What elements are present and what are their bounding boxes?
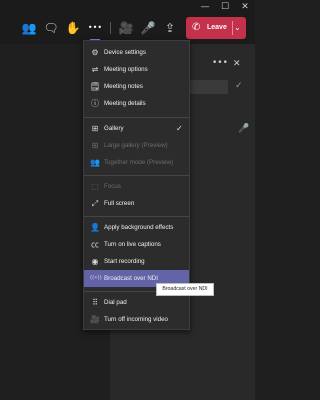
chevron-down-icon[interactable]: ⌄ [234,17,241,39]
window-title-bar: — ☐ ✕ [0,0,255,14]
menu-item-label: Broadcast over NDI [104,275,158,282]
chat-icon[interactable]: 🗨 [41,18,61,38]
menu-item-start-recording[interactable]: ◉ Start recording [84,253,189,270]
menu-item-label: Meeting details [104,100,146,107]
menu-item-dial-pad[interactable]: ⠿ Dial pad [84,294,189,311]
gallery-icon: ⊞ [91,124,99,133]
close-window-icon[interactable]: ✕ [238,0,252,14]
share-icon[interactable]: ⇪ [160,18,180,38]
menu-item-incoming-video[interactable]: 🎥 Turn off incoming video [84,311,189,328]
menu-item-label: Full screen [104,200,135,207]
menu-item-meeting-options[interactable]: ⇌ Meeting options [84,61,189,78]
menu-item-meeting-details[interactable]: ⓘ Meeting details [84,95,189,112]
menu-item-meeting-notes[interactable]: 🗒 Meeting notes [84,78,189,95]
camera-off-icon[interactable]: 🎥 [116,18,136,38]
record-icon: ◉ [91,257,99,266]
menu-item-full-screen[interactable]: ⤢ Full screen [84,195,189,212]
raise-hand-icon[interactable]: ✋ [63,18,83,38]
captions-icon: ㏄ [91,240,99,249]
menu-item-gallery[interactable]: ⊞ Gallery ✓ [84,120,189,137]
menu-item-together-mode: 👥 Together mode (Preview) [84,154,189,171]
info-icon: ⓘ [91,99,99,108]
leave-label: Leave [207,24,227,31]
microphone-icon[interactable]: 🎤 [138,18,158,38]
hang-up-icon: ✆ [192,22,201,33]
menu-item-label: Gallery [104,125,124,132]
leave-button[interactable]: ✆ Leave ⌄ [186,17,246,39]
maximize-icon[interactable]: ☐ [218,0,232,14]
menu-item-label: Large gallery (Preview) [104,142,168,149]
dial-pad-icon: ⠿ [92,298,98,307]
focus-icon: ⬚ [91,182,99,191]
together-mode-icon: 👥 [90,158,100,167]
menu-divider [84,216,189,217]
panel-close-icon[interactable]: ✕ [233,59,241,69]
menu-item-label: Together mode (Preview) [104,159,174,166]
more-actions-icon[interactable]: ••• [85,18,105,41]
menu-item-focus: ⬚ Focus [84,178,189,195]
minimize-icon[interactable]: — [198,0,212,14]
menu-divider [84,175,189,176]
menu-item-background-effects[interactable]: 👤 Apply background effects [84,219,189,236]
leave-divider [232,21,233,35]
notes-icon: 🗒 [90,82,101,91]
large-gallery-icon: ⊞ [91,141,99,150]
video-off-icon: 🎥 [90,315,100,324]
broadcast-tooltip: Broadcast over NDI [156,283,214,296]
menu-divider [84,117,189,118]
gear-icon: ⚙ [91,48,99,57]
menu-item-label: Apply background effects [104,224,174,231]
menu-item-live-captions[interactable]: ㏄ Turn on live captions [84,236,189,253]
menu-item-label: Turn on live captions [104,241,161,248]
toolbar-divider [110,22,111,34]
full-screen-icon: ⤢ [91,199,99,208]
menu-item-device-settings[interactable]: ⚙ Device settings [84,44,189,61]
broadcast-icon: ((•)) [90,275,102,281]
menu-item-label: Meeting notes [104,83,143,90]
menu-item-label: Focus [104,183,121,190]
menu-item-label: Device settings [104,49,146,56]
participant-mic-icon: 🎤 [238,124,250,134]
checkmark-icon: ✓ [176,124,183,133]
participants-icon[interactable]: 👥 [19,18,39,38]
menu-item-label: Start recording [104,258,145,265]
menu-item-label: Dial pad [104,299,127,306]
options-icon: ⇌ [91,65,99,74]
background-effects-icon: 👤 [90,223,100,232]
menu-item-large-gallery: ⊞ Large gallery (Preview) [84,137,189,154]
panel-input-field[interactable] [186,80,228,94]
menu-item-label: Turn off incoming video [104,316,168,323]
panel-check-icon[interactable]: ✓ [235,81,243,91]
panel-more-icon[interactable]: ••• [212,58,228,68]
menu-item-label: Meeting options [104,66,148,73]
